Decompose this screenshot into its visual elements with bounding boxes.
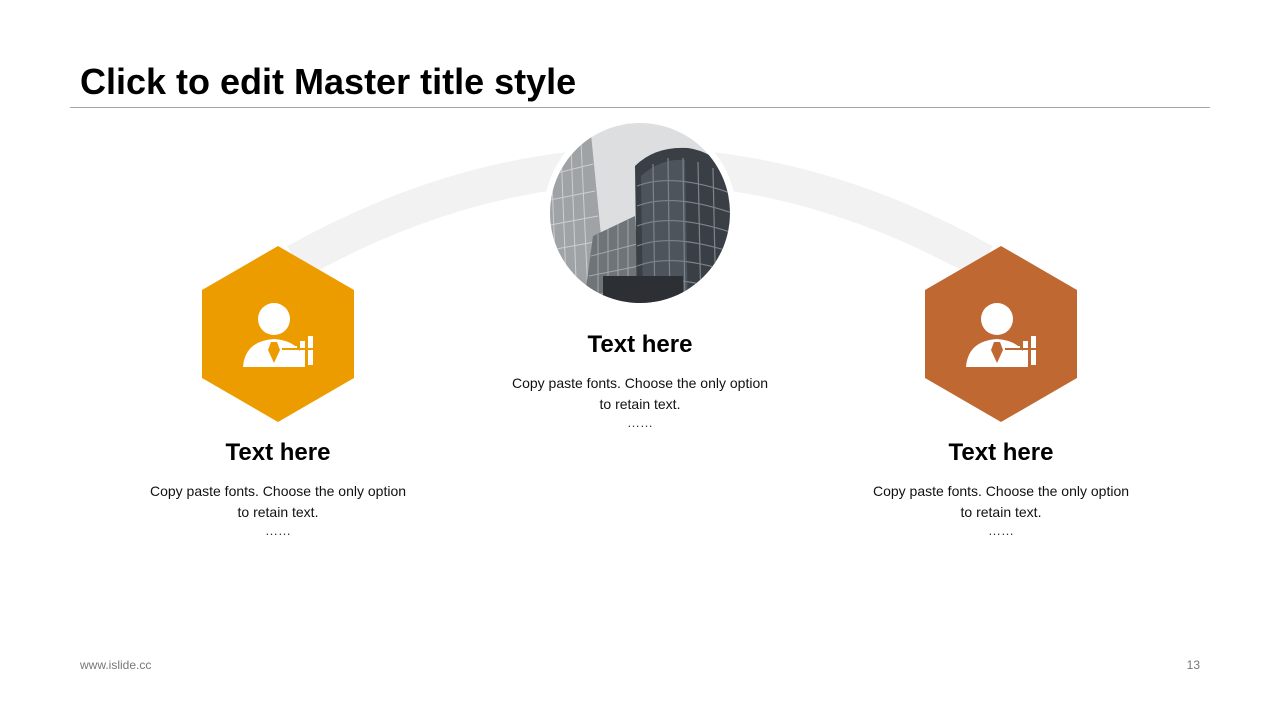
hexagon-left[interactable]	[202, 246, 354, 422]
block-ellipsis: ……	[627, 415, 653, 430]
block-body-line2[interactable]: to retain text.	[490, 394, 790, 415]
block-body-line2[interactable]: to retain text.	[128, 502, 428, 523]
hexagon-right[interactable]	[925, 246, 1077, 422]
text-block-right: Text here Copy paste fonts. Choose the o…	[851, 438, 1151, 539]
block-heading[interactable]: Text here	[851, 438, 1151, 468]
block-body-line1[interactable]: Copy paste fonts. Choose the only option	[851, 481, 1151, 502]
text-block-left: Text here Copy paste fonts. Choose the o…	[128, 438, 428, 539]
slide: Click to edit Master title style Text he…	[0, 0, 1280, 720]
block-body-line1[interactable]: Copy paste fonts. Choose the only option	[128, 481, 428, 502]
page-number: 13	[1186, 658, 1200, 672]
block-heading[interactable]: Text here	[128, 438, 428, 468]
block-ellipsis: ……	[265, 523, 291, 538]
block-body-line2[interactable]: to retain text.	[851, 502, 1151, 523]
skyscrapers-photo	[544, 117, 736, 309]
block-heading[interactable]: Text here	[490, 330, 790, 360]
text-block-center: Text here Copy paste fonts. Choose the o…	[490, 330, 790, 431]
block-body-line1[interactable]: Copy paste fonts. Choose the only option	[490, 373, 790, 394]
block-ellipsis: ……	[988, 523, 1014, 538]
footer-url: www.islide.cc	[80, 658, 152, 672]
